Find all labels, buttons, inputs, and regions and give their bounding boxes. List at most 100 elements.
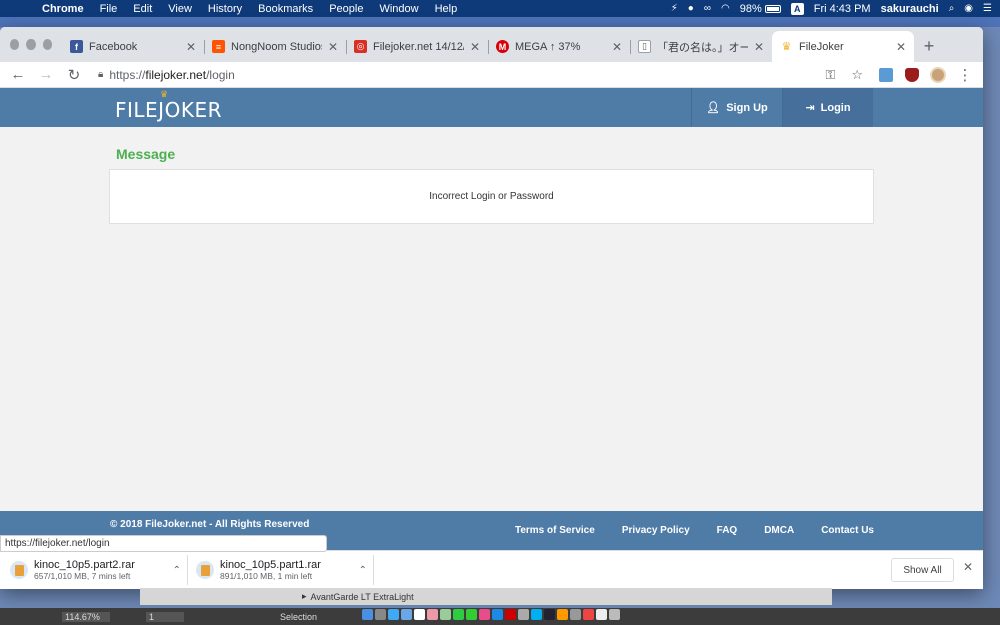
tab-filejoker-date[interactable]: ◎ Filejoker.net 14/12/2( ✕ (346, 31, 488, 62)
illustrator-icon[interactable] (557, 609, 568, 620)
close-tab-icon[interactable]: ✕ (186, 40, 196, 54)
skype-icon[interactable] (531, 609, 542, 620)
ublock-shield-icon[interactable] (901, 64, 923, 86)
finder-icon[interactable] (362, 609, 373, 620)
close-tab-icon[interactable]: ✕ (754, 40, 764, 54)
facebook-icon: f (70, 40, 83, 53)
menu-file[interactable]: File (92, 3, 126, 15)
app-store-icon[interactable] (492, 609, 503, 620)
signup-button[interactable]: 👤︎ Sign Up (691, 88, 782, 127)
chevron-up-icon[interactable]: ⌃ (359, 565, 367, 576)
bolt-icon[interactable]: ⚡ (671, 3, 678, 14)
add-user-icon: 👤︎ (706, 102, 721, 114)
footer-link-contact[interactable]: Contact Us (821, 525, 874, 536)
battery-percent: 98% (739, 2, 762, 15)
document-icon[interactable] (596, 609, 607, 620)
menu-app-name[interactable]: Chrome (34, 3, 92, 15)
lock-icon[interactable]: 🔒︎ (98, 69, 103, 80)
message-text: Incorrect Login or Password (429, 191, 554, 202)
tab-title: Facebook (89, 40, 138, 53)
page-field[interactable]: 1 (146, 611, 184, 622)
trash-icon[interactable] (609, 609, 620, 620)
download-item[interactable]: kinoc_10p5.part2.rar 657/1,010 MB, 7 min… (10, 555, 188, 585)
preview-icon[interactable] (440, 609, 451, 620)
background-font-name: AvantGarde LT ExtraLight (310, 591, 414, 602)
battery-indicator[interactable]: 98% (740, 3, 781, 15)
close-shelf-icon[interactable]: ✕ (963, 560, 973, 574)
extension-icon[interactable] (875, 64, 897, 86)
menu-bookmarks[interactable]: Bookmarks (250, 3, 321, 15)
footer-link-faq[interactable]: FAQ (717, 525, 738, 536)
header-nav: 👤︎ Sign Up ⇥ Login (691, 88, 873, 127)
footer-link-privacy[interactable]: Privacy Policy (622, 525, 690, 536)
spotlight-search-icon[interactable]: ⌕ (949, 3, 955, 14)
mail-icon[interactable] (401, 609, 412, 620)
calendar-icon[interactable] (414, 609, 425, 620)
minimize-window-button[interactable] (26, 39, 36, 50)
back-button[interactable]: ← (6, 63, 30, 87)
close-tab-icon[interactable]: ✕ (470, 40, 480, 54)
photoshop-icon[interactable] (544, 609, 555, 620)
key-icon[interactable]: ⚿ (825, 67, 835, 83)
launchpad-icon[interactable] (375, 609, 386, 620)
show-all-downloads-button[interactable]: Show All (891, 558, 954, 582)
bookmark-star-icon[interactable]: ☆ (851, 67, 863, 83)
menu-help[interactable]: Help (427, 3, 466, 15)
tab-strip: f Facebook ✕ ≡ NongNoom Studios | ✕ ◎ Fi… (0, 27, 983, 62)
line-chat-icon[interactable]: ● (688, 3, 694, 14)
reload-button[interactable]: ↻ (62, 63, 86, 87)
filejoker-logo[interactable]: FILEJOKER ♛ (115, 90, 222, 122)
menu-people[interactable]: People (321, 3, 371, 15)
download-item[interactable]: kinoc_10p5.part1.rar 891/1,010 MB, 1 min… (196, 555, 374, 585)
tab-mega[interactable]: M MEGA ↑ 37% ✕ (488, 31, 630, 62)
notification-center-icon[interactable]: ☰ (983, 3, 992, 14)
acrobat-icon[interactable] (505, 609, 516, 620)
chrome-menu-icon[interactable]: ⋮ (953, 63, 977, 87)
footer-links: Terms of Service Privacy Policy FAQ DMCA… (515, 525, 874, 536)
creative-cloud-icon[interactable]: ∞ (704, 3, 711, 14)
safari-icon[interactable] (388, 609, 399, 620)
close-tab-icon[interactable]: ✕ (612, 40, 622, 54)
books-icon[interactable] (518, 609, 529, 620)
line-icon[interactable] (453, 609, 464, 620)
menubar-clock[interactable]: Fri 4:43 PM (814, 3, 871, 15)
chevron-up-icon[interactable]: ⌃ (173, 565, 181, 576)
forward-button[interactable]: → (34, 63, 58, 87)
login-button[interactable]: ⇥ Login (782, 88, 873, 127)
facetime-icon[interactable] (466, 609, 477, 620)
footer-link-terms[interactable]: Terms of Service (515, 525, 595, 536)
profile-avatar[interactable] (927, 64, 949, 86)
menu-history[interactable]: History (200, 3, 250, 15)
url-path: /login (206, 67, 235, 82)
address-bar[interactable]: 🔒︎ https://filejoker.net/login ⚿ ☆ (90, 63, 871, 87)
link-status-bubble: https://filejoker.net/login (0, 535, 327, 552)
zoom-field[interactable]: 114.67% (62, 611, 110, 622)
menu-window[interactable]: Window (371, 3, 426, 15)
input-source-icon[interactable]: A (790, 2, 804, 15)
photos-icon[interactable] (427, 609, 438, 620)
zoom-window-button[interactable] (42, 39, 52, 50)
menu-view[interactable]: View (160, 3, 200, 15)
tab-title: MEGA ↑ 37% (515, 40, 581, 53)
signup-label: Sign Up (726, 101, 768, 114)
calculator-icon[interactable] (570, 609, 581, 620)
menubar-user[interactable]: sakurauchi (881, 3, 939, 15)
wifi-icon[interactable]: ◠ (721, 3, 730, 14)
close-tab-icon[interactable]: ✕ (896, 40, 906, 54)
new-tab-button[interactable]: + (914, 31, 944, 62)
menu-edit[interactable]: Edit (125, 3, 160, 15)
chrome-icon[interactable] (583, 609, 594, 620)
footer-link-dmca[interactable]: DMCA (764, 525, 794, 536)
siri-icon[interactable]: ◉ (964, 3, 973, 14)
url-scheme: https:// (109, 67, 146, 82)
tab-kiminonawa[interactable]: ▯ 「君の名は。」オーク ✕ (630, 31, 772, 62)
message-box: Incorrect Login or Password (109, 169, 874, 224)
tab-filejoker-active[interactable]: ♛ FileJoker ✕ (772, 31, 914, 62)
tab-facebook[interactable]: f Facebook ✕ (62, 31, 204, 62)
download-status: 657/1,010 MB, 7 mins left (34, 571, 131, 581)
itunes-icon[interactable] (479, 609, 490, 620)
close-window-button[interactable] (10, 39, 20, 50)
dock (362, 604, 620, 625)
tab-nongnoom[interactable]: ≡ NongNoom Studios | ✕ (204, 31, 346, 62)
close-tab-icon[interactable]: ✕ (328, 40, 338, 54)
